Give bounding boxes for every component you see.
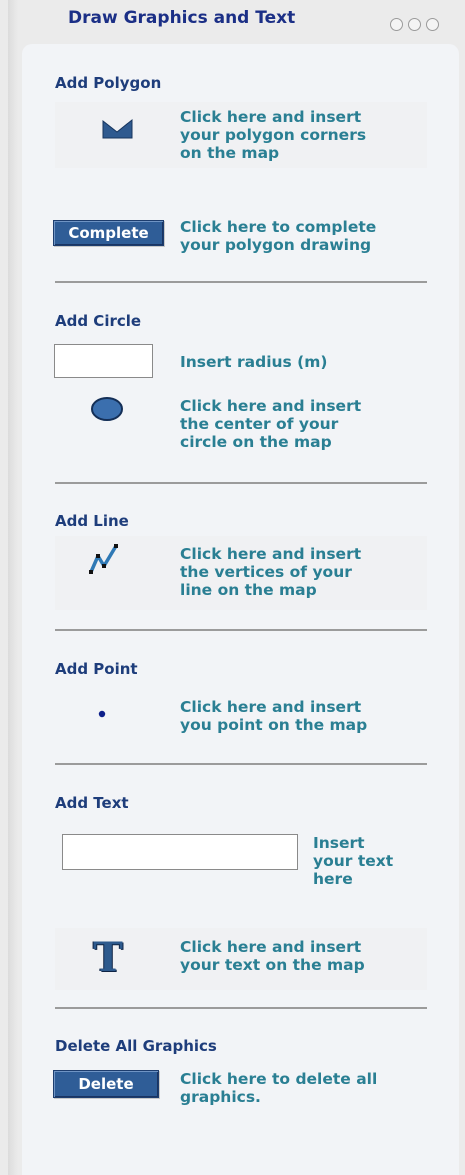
window-dots-icon[interactable] [390,18,444,32]
section-divider [55,629,427,631]
text-section-title: Add Text [55,794,129,812]
section-divider [55,281,427,283]
complete-button[interactable]: Complete [53,220,164,246]
line-section-title: Add Line [55,512,129,530]
line-icon[interactable] [86,542,122,576]
window-left-edge [8,0,18,1175]
text-icon[interactable]: T [90,936,126,980]
text-input-hint: Insert your text here [313,834,394,888]
polygon-icon[interactable] [101,116,135,140]
section-divider [55,482,427,484]
radius-hint: Insert radius (m) [180,353,328,371]
section-divider [55,763,427,765]
point-draw-hint: Click here and insert you point on the m… [180,698,368,734]
circle-icon[interactable] [90,396,124,422]
radius-input[interactable] [54,344,153,378]
dot-icon [390,18,403,31]
polygon-complete-hint: Click here to complete your polygon draw… [180,218,377,254]
draw-panel-window: Draw Graphics and Text Add Polygon Click… [0,0,465,1175]
panel-title: Draw Graphics and Text [68,8,296,28]
polygon-draw-hint: Click here and insert your polygon corne… [180,108,367,162]
dot-icon [408,18,421,31]
circle-draw-hint: Click here and insert the center of your… [180,397,362,451]
dot-icon [426,18,439,31]
text-draw-hint: Click here and insert your text on the m… [180,938,365,974]
line-draw-hint: Click here and insert the vertices of yo… [180,545,362,599]
point-icon[interactable] [96,708,108,720]
delete-button[interactable]: Delete [53,1070,159,1098]
section-divider [55,1007,427,1009]
polygon-section-title: Add Polygon [55,74,162,92]
delete-section-title: Delete All Graphics [55,1037,217,1055]
point-section-title: Add Point [55,660,138,678]
circle-section-title: Add Circle [55,312,142,330]
delete-hint: Click here to delete all graphics. [180,1070,378,1106]
text-input[interactable] [62,834,298,870]
